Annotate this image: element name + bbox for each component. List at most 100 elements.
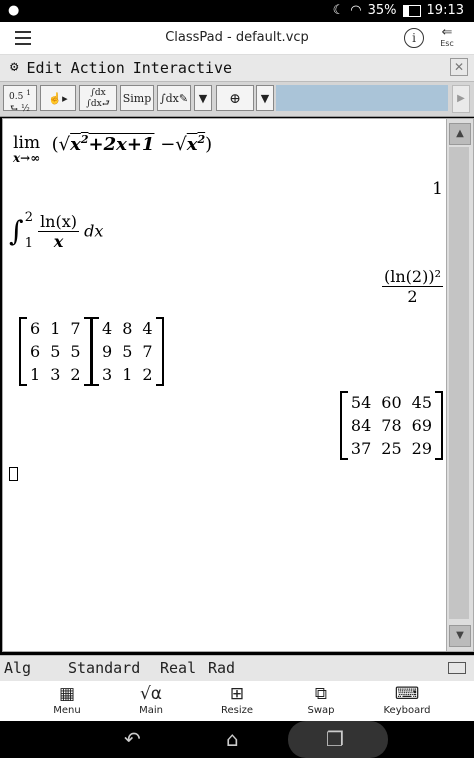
recents-icon[interactable]: ❐ bbox=[326, 727, 344, 751]
integral-upper: 2 bbox=[24, 210, 33, 225]
matrix-cell: 7 bbox=[70, 319, 81, 338]
integral-sign: ∫ bbox=[9, 214, 24, 248]
matrix-cell: 5 bbox=[50, 342, 61, 361]
mode-alg[interactable]: Alg bbox=[4, 659, 31, 677]
matrix-cell: 1 bbox=[50, 319, 61, 338]
matrix-cell: 3 bbox=[102, 365, 113, 384]
integral-lower: 1 bbox=[24, 236, 33, 251]
matrix-row: 84 78 69 bbox=[346, 414, 437, 437]
matrix-cell: 6 bbox=[30, 342, 41, 361]
matrix-cell: 29 bbox=[411, 439, 432, 458]
graph-button[interactable]: ⊕ bbox=[216, 85, 254, 111]
hand-tool-button[interactable]: ☝▸ bbox=[40, 85, 76, 111]
battery-icon bbox=[402, 4, 421, 17]
menu-grid-icon: ▦ bbox=[58, 684, 76, 704]
info-icon[interactable]: i bbox=[404, 28, 424, 48]
matrix-a[interactable]: 617655132 bbox=[19, 317, 92, 386]
limit-expression[interactable]: lim x→∞ (√x2+2x+1 −√x2) bbox=[13, 133, 212, 165]
fraction-decimal-button[interactable]: 0.5 1 ⮑ ½ bbox=[3, 85, 37, 114]
swap-button[interactable]: ⧉ Swap bbox=[286, 683, 356, 716]
result-denominator: 2 bbox=[407, 287, 418, 306]
vertical-scrollbar[interactable]: ▲ ▼ bbox=[446, 118, 474, 652]
matrix-cell: 1 bbox=[122, 365, 133, 384]
matrix-b[interactable]: 484957 312 bbox=[91, 317, 164, 386]
menu-button[interactable]: ▦ Menu bbox=[32, 683, 102, 716]
gear-icon[interactable]: ⚙ bbox=[10, 59, 18, 77]
matrix-row: 484 bbox=[97, 317, 158, 340]
app-title: ClassPad - default.vcp bbox=[165, 30, 309, 45]
toolbar-scroll-right-icon[interactable]: ▶ bbox=[452, 85, 470, 113]
dropdown-2-button[interactable]: ▼ bbox=[256, 85, 274, 111]
matrix-cell: 54 bbox=[350, 393, 372, 412]
matrix-cell: 2 bbox=[70, 365, 81, 384]
mode-standard[interactable]: Standard bbox=[68, 659, 140, 677]
matrix-row: 37 25 29 bbox=[346, 437, 437, 460]
main-button[interactable]: √α Main bbox=[116, 683, 186, 716]
swap-icon: ⧉ bbox=[314, 684, 328, 704]
graph-icon: ⊕ bbox=[229, 91, 241, 107]
matrix-cell: 1 bbox=[30, 365, 41, 384]
matrix-cell: 8 bbox=[122, 319, 133, 338]
keyboard-button[interactable]: ⌨ Keyboard bbox=[372, 683, 442, 716]
matrix-cell: 5 bbox=[70, 342, 81, 361]
sqrt-alpha-icon: √α bbox=[139, 684, 163, 704]
matrix-cell: 84 bbox=[350, 416, 372, 435]
matrix-cell: 45 bbox=[411, 393, 432, 412]
mode-real[interactable]: Real bbox=[160, 659, 196, 677]
matrix-cell: 5 bbox=[122, 342, 133, 361]
system-nav-bar: ↶ ⌂ ❐ bbox=[0, 721, 474, 758]
battery-percent: 35% bbox=[367, 3, 397, 18]
integral-result: (ln(2))² 2 bbox=[382, 267, 443, 306]
matrix-cell: 4 bbox=[102, 319, 113, 338]
matrix-row: 957 bbox=[97, 340, 158, 363]
menu-bar: ⚙ Edit Action Interactive ✕ bbox=[0, 55, 474, 82]
back-arrow-icon: ⇐ bbox=[441, 25, 453, 40]
menu-interactive[interactable]: Interactive bbox=[133, 59, 232, 77]
back-icon[interactable]: ↶ bbox=[124, 727, 141, 751]
matrix-row: 655 bbox=[25, 340, 86, 363]
matrix-cell: 69 bbox=[411, 416, 432, 435]
hand-icon: ☝▸ bbox=[48, 92, 68, 105]
integral-expression[interactable]: ∫ 2 1 ln(x) x dx bbox=[9, 205, 103, 257]
integral-dx: dx bbox=[84, 221, 104, 241]
resize-icon: ⊞ bbox=[229, 684, 245, 704]
esc-button[interactable]: ⇐ Esc bbox=[434, 26, 460, 49]
integrand-numerator: ln(x) bbox=[38, 211, 79, 232]
keyboard-icon: ⌨ bbox=[394, 684, 420, 704]
matrix-row: 54 60 45 bbox=[346, 391, 437, 414]
matrix-cell: 6 bbox=[30, 319, 41, 338]
menu-edit[interactable]: Edit bbox=[26, 59, 62, 77]
result-numerator: (ln(2))² bbox=[382, 267, 443, 287]
simp-button[interactable]: Simp bbox=[120, 85, 154, 111]
scroll-down-icon[interactable]: ▼ bbox=[449, 625, 471, 647]
scroll-thumb[interactable] bbox=[449, 147, 469, 619]
system-status-bar: ● ☾ ◠ 35% 19:13 bbox=[0, 0, 474, 22]
resize-button[interactable]: ⊞ Resize bbox=[202, 683, 272, 716]
toolbar: 0.5 1 ⮑ ½ ☝▸ ∫dx ∫dx⮐ Simp ∫dx✎ ▼ ⊕ ▼ ▶ bbox=[0, 82, 474, 117]
limit-body: (√x2+2x+1 −√x2) bbox=[51, 133, 213, 155]
menu-action[interactable]: Action bbox=[71, 59, 125, 77]
matrix-cell: 37 bbox=[350, 439, 372, 458]
matrix-cell: 25 bbox=[381, 439, 402, 458]
matrix-result: 54 60 45 84 78 69 37 25 29 bbox=[339, 391, 443, 460]
scroll-up-icon[interactable]: ▲ bbox=[449, 123, 471, 145]
dropdown-1-button[interactable]: ▼ bbox=[194, 85, 212, 111]
close-icon[interactable]: ✕ bbox=[450, 58, 468, 76]
bottom-app-bar: ▦ Menu √α Main ⊞ Resize ⧉ Swap ⌨ Keyboard bbox=[0, 681, 474, 721]
limit-result: 1 bbox=[432, 179, 443, 199]
matrix-cell: 2 bbox=[142, 365, 153, 384]
matrix-cell: 7 bbox=[142, 342, 153, 361]
integral-toggle-button[interactable]: ∫dx ∫dx⮐ bbox=[79, 85, 117, 111]
matrix-row: 617 bbox=[25, 317, 86, 340]
matrix-cell: 78 bbox=[381, 416, 402, 435]
matrix-cell: 3 bbox=[50, 365, 61, 384]
mode-rad[interactable]: Rad bbox=[208, 659, 235, 677]
integrand-denominator: x bbox=[53, 231, 64, 251]
matrix-cell: 60 bbox=[381, 393, 402, 412]
moon-icon: ☾ bbox=[332, 3, 345, 18]
main-work-area[interactable]: lim x→∞ (√x2+2x+1 −√x2) 1 ∫ 2 1 ln(x) x … bbox=[2, 118, 447, 652]
home-icon[interactable]: ⌂ bbox=[226, 727, 239, 751]
integral-tool-button[interactable]: ∫dx✎ bbox=[157, 85, 191, 111]
input-cursor[interactable] bbox=[9, 467, 18, 481]
title-bar: ClassPad - default.vcp i ⇐ Esc bbox=[0, 22, 474, 55]
